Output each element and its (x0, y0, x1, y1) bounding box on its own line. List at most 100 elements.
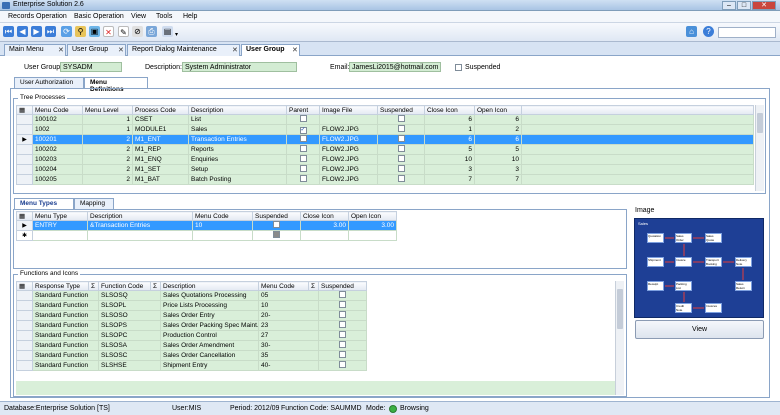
col-open-icon[interactable]: Open Icon (474, 105, 522, 115)
description-field[interactable]: System Administrator (182, 62, 297, 72)
col-description[interactable]: Description (160, 281, 259, 291)
cell[interactable]: Setup (188, 164, 287, 175)
cell[interactable]: Standard Function (32, 330, 99, 341)
cell[interactable]: 10 (424, 154, 475, 165)
menu-help[interactable]: Help (183, 13, 197, 20)
table-row-selected[interactable]: ▶ 100201 2 M1_ENT Transaction Entries FL… (16, 134, 754, 145)
cell[interactable]: 30- (258, 340, 319, 351)
row-header[interactable] (16, 114, 33, 125)
grid-options-icon[interactable]: ▦ (16, 281, 33, 291)
table-row[interactable]: Standard Function SLSOPS Sales Order Packi… (16, 320, 367, 331)
cell[interactable] (286, 114, 320, 125)
next-record-icon[interactable]: ▶ (31, 26, 42, 37)
tab-menu-definitions[interactable]: Menu Definitions (84, 77, 148, 93)
parent-checkbox[interactable] (299, 145, 307, 152)
user-group-field[interactable]: SYSADM (60, 62, 122, 72)
cell[interactable]: 2 (82, 164, 133, 175)
col-suspended[interactable]: Suspended (252, 211, 301, 221)
table-row[interactable]: 1002 1 MODULE1 Sales ✓ FLOW2.JPG 1 2 (16, 124, 754, 135)
cell[interactable]: 7 (474, 174, 522, 185)
cell[interactable]: MODULE1 (132, 124, 189, 135)
col-close-icon[interactable]: Close Icon (424, 105, 475, 115)
cell[interactable]: M1_SET (132, 164, 189, 175)
minimize-button[interactable]: – (722, 1, 736, 10)
grid-options-icon[interactable]: ▦ (16, 211, 33, 221)
cell[interactable]: 1 (82, 114, 133, 125)
cell[interactable]: 23 (258, 320, 319, 331)
cell[interactable]: SLSOSO (98, 310, 161, 321)
suspended-checkbox[interactable] (397, 125, 405, 132)
suspended-checkbox[interactable] (339, 341, 346, 348)
email-field[interactable]: JamesLi2015@hotmail.com (349, 62, 441, 72)
cell[interactable]: 100203 (32, 154, 83, 165)
close-icon[interactable]: ✕ (58, 46, 64, 54)
home-icon[interactable]: ⌂ (686, 26, 697, 37)
cell[interactable]: 1 (424, 124, 475, 135)
cell[interactable]: 100102 (32, 114, 83, 125)
cell[interactable]: Sales Order Packing Spec Maint... (160, 320, 259, 331)
tab-main-menu[interactable]: Main Menu ✕ (4, 44, 66, 56)
cell[interactable]: 6 (424, 134, 475, 145)
cell[interactable]: List (188, 114, 287, 125)
col-open-icon[interactable]: Open Icon (348, 211, 397, 221)
cell[interactable]: 100204 (32, 164, 83, 175)
row-header[interactable] (16, 340, 33, 351)
print-icon[interactable]: ⎙ (146, 26, 157, 37)
col-description[interactable]: Description (87, 211, 193, 221)
cell[interactable]: M1_ENT (132, 134, 189, 145)
table-row[interactable]: 100205 2 M1_BAT Batch Posting FLOW2.JPG … (16, 174, 754, 185)
tab-menu-types[interactable]: Menu Types (14, 198, 74, 209)
cell[interactable] (318, 320, 367, 331)
quick-search-input[interactable] (718, 27, 776, 38)
cell[interactable]: FLOW2.JPG (319, 124, 378, 135)
row-header[interactable] (16, 310, 33, 321)
table-row[interactable]: Standard Function SLSOPC Production Contro… (16, 330, 367, 341)
tab-report-dialog-maintenance[interactable]: Report Dialog Maintenance ✕ (127, 44, 240, 56)
cell[interactable]: FLOW2.JPG (319, 134, 378, 145)
cell[interactable]: 20- (258, 310, 319, 321)
table-row[interactable]: 100204 2 M1_SET Setup FLOW2.JPG 3 3 (16, 164, 754, 175)
parent-checkbox[interactable] (299, 115, 307, 122)
cell[interactable]: FLOW2.JPG (319, 154, 378, 165)
suspended-checkbox[interactable] (339, 301, 346, 308)
cell[interactable]: Sales Order Entry (160, 310, 259, 321)
grid-options-icon[interactable]: ▦ (16, 105, 33, 115)
cell[interactable]: Transaction Entries (188, 134, 287, 145)
suspended-checkbox[interactable] (339, 291, 346, 298)
cell[interactable] (377, 164, 425, 175)
cell[interactable]: SLSOPL (98, 300, 161, 311)
row-header[interactable] (16, 124, 33, 135)
col-menu-code[interactable]: Menu Code (32, 105, 83, 115)
cell[interactable]: FLOW2.JPG (319, 144, 378, 155)
suspended-checkbox[interactable] (397, 155, 405, 162)
parent-checkbox[interactable] (299, 155, 307, 162)
row-header[interactable] (16, 144, 33, 155)
cell[interactable] (286, 174, 320, 185)
export-icon[interactable]: ▤ (162, 26, 173, 37)
cell[interactable]: Standard Function (32, 290, 99, 301)
cell[interactable] (377, 144, 425, 155)
first-record-icon[interactable]: ⏮ (3, 26, 14, 37)
suspended-checkbox[interactable] (397, 165, 405, 172)
col-suspended[interactable]: Suspended (318, 281, 367, 291)
view-button[interactable]: View (635, 320, 764, 339)
table-row[interactable]: 100203 2 M1_ENQ Enquiries FLOW2.JPG 10 1… (16, 154, 754, 165)
cell[interactable]: 5 (474, 144, 522, 155)
row-header[interactable] (16, 154, 33, 165)
cell[interactable]: 35 (258, 350, 319, 361)
close-window-button[interactable]: ✕ (752, 1, 776, 10)
row-header[interactable] (16, 174, 33, 185)
cell[interactable]: 100205 (32, 174, 83, 185)
parent-checkbox[interactable] (299, 165, 307, 172)
suspended-checkbox[interactable] (339, 361, 346, 368)
cell[interactable]: Sales Order Cancellation (160, 350, 259, 361)
cell[interactable] (377, 114, 425, 125)
parent-checkbox-checked[interactable]: ✓ (299, 126, 307, 134)
suspended-checkbox[interactable] (397, 175, 405, 182)
cell[interactable]: SLSOPC (98, 330, 161, 341)
row-header[interactable] (16, 164, 33, 175)
col-suspended[interactable]: Suspended (377, 105, 425, 115)
menu-view[interactable]: View (131, 13, 146, 20)
suspended-checkbox[interactable] (397, 145, 405, 152)
cell[interactable]: Sales Order Amendment (160, 340, 259, 351)
